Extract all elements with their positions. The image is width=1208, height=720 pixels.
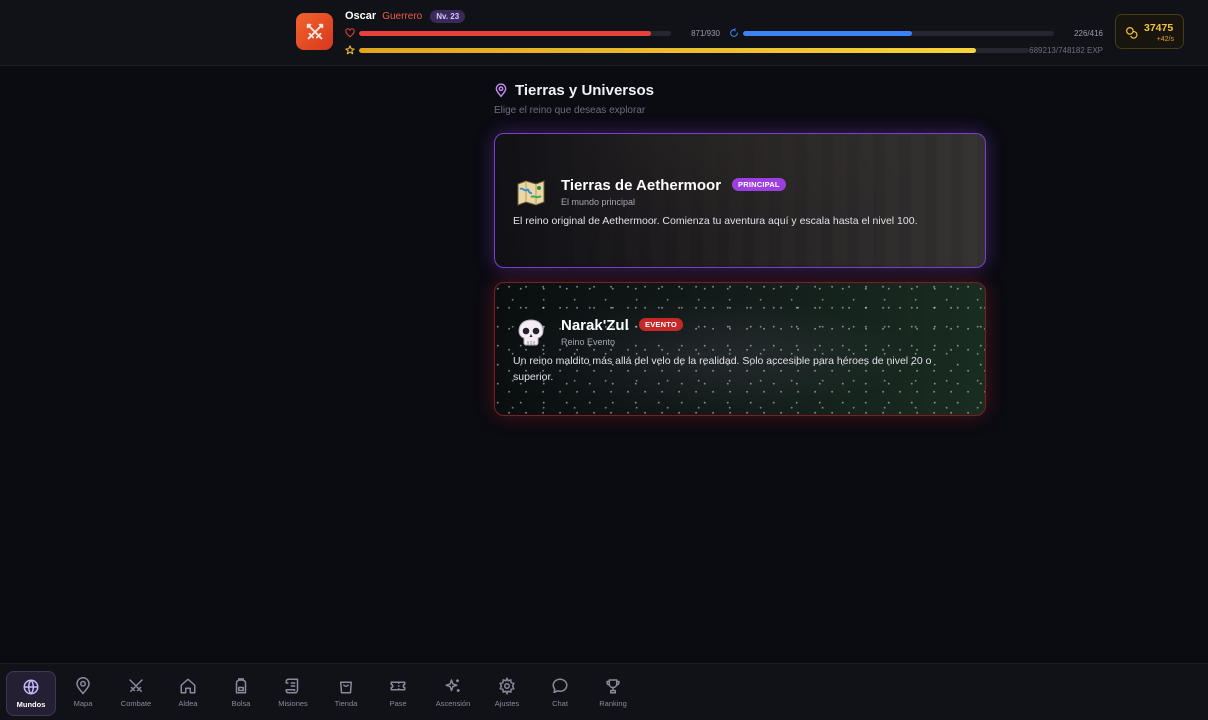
hp-bar — [359, 31, 671, 36]
crossed-swords-icon — [129, 679, 143, 692]
backpack-icon — [235, 678, 247, 694]
page-header: Tierras y Universos — [494, 80, 654, 100]
trophy-icon — [606, 679, 620, 694]
mana-bar — [743, 31, 1054, 36]
world-badge: PRINCIPAL — [732, 178, 786, 191]
nav-label: Chat — [552, 699, 568, 708]
skull-icon — [518, 319, 544, 346]
nav-item-ranking[interactable]: Ranking — [588, 671, 638, 716]
currency-display[interactable]: 37475 +42/s — [1115, 14, 1184, 49]
player-header: Oscar Guerrero Nv. 23 871/930 226/416 68… — [0, 0, 1208, 66]
heart-icon — [345, 28, 355, 38]
nav-label: Pase — [389, 699, 407, 708]
world-description: El reino original de Aethermoor. Comienz… — [513, 215, 918, 227]
nav-item-chat[interactable]: Chat — [535, 671, 585, 716]
player-avatar[interactable] — [296, 13, 333, 50]
exp-value: 689213/748182 EXP — [1029, 46, 1103, 55]
mana-value: 226/416 — [1074, 29, 1103, 38]
nav-item-bolsa[interactable]: Bolsa — [216, 671, 266, 716]
hp-value: 871/930 — [691, 29, 720, 38]
nav-label: Tienda — [334, 699, 358, 708]
globe-icon — [23, 679, 39, 695]
bottom-navigation: Mundos Mapa Combate Aldea Bolsa Misiones — [0, 663, 1208, 720]
world-description: Un reino maldito más allá del velo de la… — [513, 355, 932, 383]
hp-bar-fill — [359, 31, 652, 36]
nav-label: Ranking — [599, 699, 627, 708]
page-subtitle: Elige el reino que deseas explorar — [494, 105, 646, 116]
nav-item-mapa[interactable]: Mapa — [58, 671, 108, 716]
nav-label: Mapa — [73, 699, 93, 708]
nav-item-aldea[interactable]: Aldea — [163, 671, 213, 716]
page-title: Tierras y Universos — [515, 81, 654, 99]
world-subtitle: Reino Evento — [561, 337, 616, 347]
star-icon — [345, 45, 355, 55]
currency-amount: 37475 — [1144, 22, 1174, 34]
player-name: Oscar — [345, 10, 377, 22]
map-icon — [517, 180, 545, 206]
ticket-icon — [390, 681, 406, 691]
nav-label: Aldea — [178, 699, 198, 708]
sparkles-icon — [445, 679, 460, 692]
gear-icon — [499, 677, 515, 695]
nav-label: Ascensión — [435, 699, 471, 708]
world-name: Tierras de Aethermoor — [561, 177, 722, 194]
nav-label: Combate — [120, 699, 152, 708]
world-badge: EVENTO — [639, 318, 683, 331]
nav-item-ascension[interactable]: Ascensión — [428, 671, 478, 716]
mana-bar-fill — [743, 31, 912, 36]
nav-label: Misiones — [278, 699, 308, 708]
nav-item-tienda[interactable]: Tienda — [321, 671, 371, 716]
nav-label: Mundos — [16, 700, 46, 709]
nav-item-combate[interactable]: Combate — [111, 671, 161, 716]
map-pin-icon — [495, 82, 507, 97]
nav-item-mundos[interactable]: Mundos — [6, 671, 56, 716]
nav-item-misiones[interactable]: Misiones — [268, 671, 318, 716]
nav-item-pase[interactable]: Pase — [373, 671, 423, 716]
currency-rate: +42/s — [1156, 36, 1174, 43]
home-icon — [180, 678, 196, 694]
player-level-badge: Nv. 23 — [430, 9, 466, 23]
world-subtitle: El mundo principal — [561, 197, 636, 207]
exp-bar-fill — [359, 48, 977, 53]
nav-label: Ajustes — [494, 699, 520, 708]
chat-bubble-icon — [552, 678, 568, 694]
shopping-bag-icon — [340, 681, 352, 694]
nav-item-ajustes[interactable]: Ajustes — [482, 671, 532, 716]
scroll-icon — [285, 678, 299, 694]
world-card-narakzul[interactable]: Narak'Zul EVENTO Reino Evento Un reino m… — [494, 282, 986, 416]
nav-label: Bolsa — [231, 699, 251, 708]
mana-swirl-icon — [730, 28, 738, 37]
player-identity: Oscar Guerrero Nv. 23 — [345, 9, 466, 23]
player-class: Guerrero — [382, 10, 423, 22]
map-pin-icon — [76, 677, 90, 695]
coins-icon — [1126, 27, 1138, 39]
world-card-aethermoor[interactable]: Tierras de Aethermoor PRINCIPAL El mundo… — [494, 133, 986, 268]
exp-bar — [359, 48, 1029, 53]
world-name: Narak'Zul — [561, 317, 629, 334]
crossed-swords-icon — [306, 23, 323, 39]
